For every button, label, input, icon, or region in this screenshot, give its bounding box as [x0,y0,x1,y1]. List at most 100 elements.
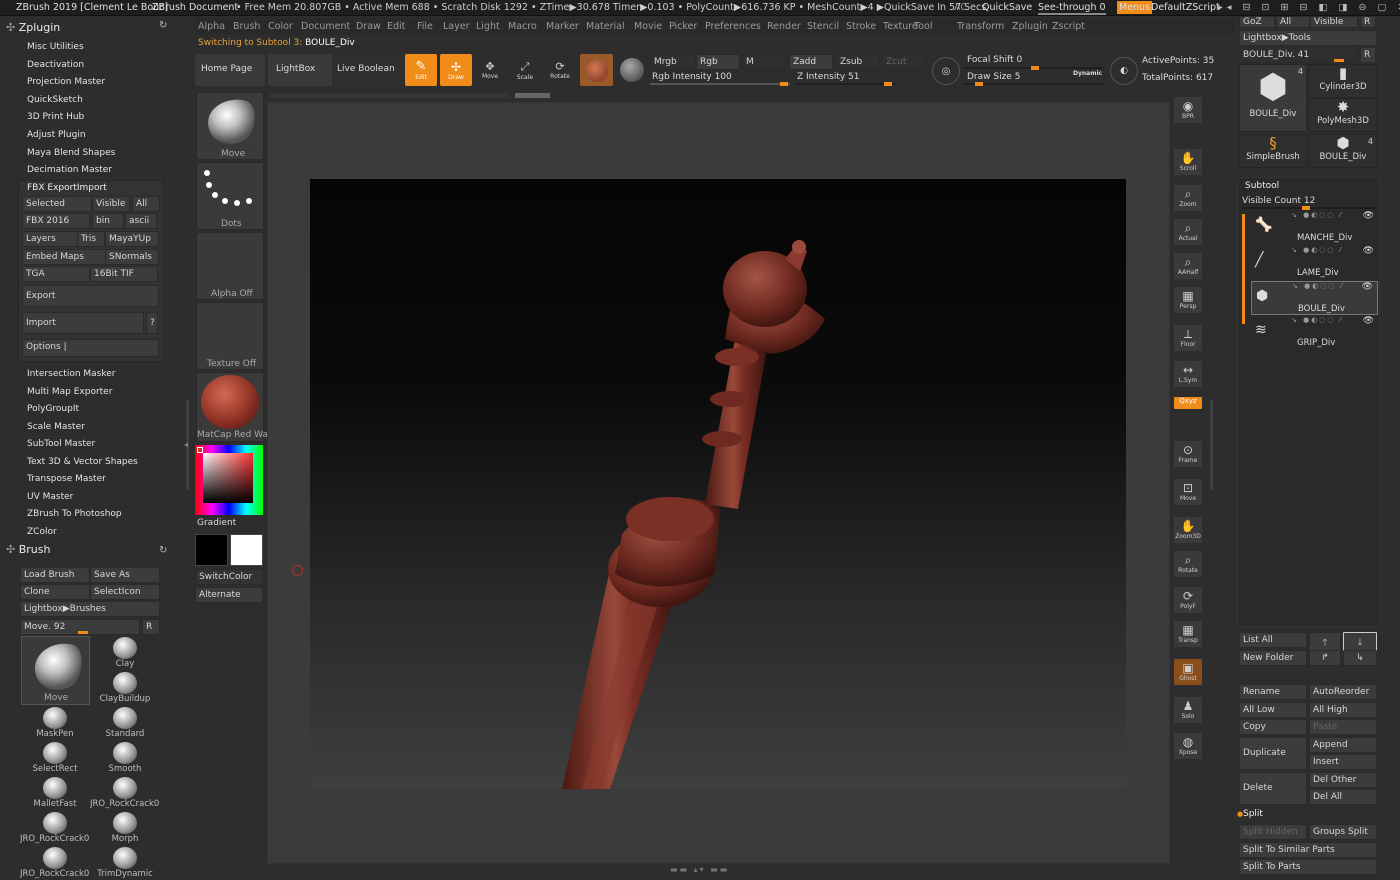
fbx-layers-button[interactable]: Layers [22,231,78,247]
rotate-mode-button[interactable]: ⟳ Rotate [545,54,575,86]
subtool-toggle-icons[interactable]: ↘ ●◐◌◌ ⁄ [1291,246,1343,254]
alternate-button[interactable]: Alternate [195,587,263,603]
eye-icon[interactable]: 👁 [1363,211,1374,221]
refresh-icon[interactable]: ↻ [159,20,167,31]
shelf-persp[interactable]: ▦ Persp [1173,286,1203,314]
zplugin-item[interactable]: SubTool Master [27,439,95,449]
subtool-toggle-icons[interactable]: ↘ ●◐◌◌ ⁄ [1291,211,1343,219]
menu-transform[interactable]: Transform [957,21,1004,32]
split-similar-button[interactable]: Split To Similar Parts [1239,842,1377,858]
zplugin-item[interactable]: Decimation Master [27,165,112,175]
menu-draw[interactable]: Draw [356,21,381,32]
split-to-parts-button[interactable]: Split To Parts [1239,859,1377,875]
lazy-mouse-icon[interactable]: ◎ [932,57,960,85]
menu-macro[interactable]: Macro [508,21,537,32]
zplugin-item[interactable]: Maya Blend Shapes [27,148,115,158]
shelf-scroll[interactable]: ✋ Scroll [1173,148,1203,176]
menu-render[interactable]: Render [767,21,801,32]
goz-r-button[interactable]: R [1360,16,1376,28]
color-square[interactable] [203,453,253,503]
z-intensity-slider[interactable]: Z Intensity 51 [795,71,895,86]
m-button[interactable]: M [742,54,786,70]
fbx-visible-button[interactable]: Visible [92,196,130,212]
fbx-tga-button[interactable]: TGA [22,266,90,282]
tray-collapse-icon[interactable]: ◂ [184,440,188,449]
zplugin-item[interactable]: Adjust Plugin [27,130,86,140]
subtool-item[interactable]: ╱ LAME_Div ↘ ●◐◌◌ ⁄ 👁 [1251,246,1378,280]
zplugin-item[interactable]: UV Master [27,492,73,502]
zplugin-item[interactable]: ZColor [27,527,57,537]
zplugin-item[interactable]: Misc Utilities [27,42,84,52]
zplugin-item[interactable]: Projection Master [27,77,105,87]
all-low-button[interactable]: All Low [1239,702,1307,718]
zcut-button[interactable]: Zcut [882,54,926,70]
switch-color-button[interactable]: SwitchColor [195,569,263,585]
brush-slider-thumb[interactable] [78,631,88,634]
brush-slot[interactable]: ClayBuildup [90,671,160,705]
rgb-button[interactable]: Rgb [696,54,740,70]
move-mode-button[interactable]: ✥ Move [475,54,505,86]
zplugin-item[interactable]: PolyGroupIt [27,404,79,414]
del-all-button[interactable]: Del All [1309,789,1377,805]
autoreorder-button[interactable]: AutoReorder [1309,684,1377,700]
fbx-version-select[interactable]: FBX 2016 [22,213,90,229]
zplugin-header[interactable]: ✣ Zplugin [6,21,60,34]
shelf-qxyz[interactable]: Qxyz [1173,396,1203,410]
select-icon-button[interactable]: SelectIcon [90,584,160,600]
subtool-item[interactable]: 🦴 MANCHE_Div ↘ ●◐◌◌ ⁄ 👁 [1251,211,1378,245]
zplugin-item[interactable]: Text 3D & Vector Shapes [27,457,138,467]
shelf-rotate[interactable]: ⌕ Rotate [1173,550,1203,578]
shelf-zoom[interactable]: ⌕ Zoom [1173,184,1203,212]
menu-stencil[interactable]: Stencil [807,21,839,32]
paste-button[interactable]: Paste [1309,719,1377,735]
focal-shift-thumb[interactable] [1031,66,1039,70]
draw-size-thumb[interactable] [975,82,983,86]
scale-mode-button[interactable]: ⤢ Scale [510,54,540,86]
fbx-all-button[interactable]: All [132,196,160,212]
menu-document[interactable]: Document [301,21,350,32]
eye-icon[interactable]: 👁 [1362,282,1373,292]
zplugin-item[interactable]: 3D Print Hub [27,112,84,122]
menu-file[interactable]: File [417,21,433,32]
fbx-ascii-button[interactable]: ascii [125,213,157,229]
menu-alpha[interactable]: Alpha [198,21,225,32]
fbx-import-help-button[interactable]: ? [146,312,158,334]
current-tool-thumb[interactable] [1334,59,1344,62]
see-through-slider[interactable]: See-through 0 [1038,2,1106,15]
new-folder-button[interactable]: New Folder [1239,650,1307,666]
draw-size-label[interactable]: Draw Size 5 [967,72,1020,82]
brush-slot[interactable]: JRO_RockCrack02 [20,811,90,845]
menu-texture[interactable]: Texture [883,21,918,32]
sculpt-canvas[interactable] [310,179,1126,789]
fbx-bin-button[interactable]: bin [92,213,124,229]
subtool-item[interactable]: ≋ GRIP_Div ↘ ●◐◌◌ ⁄ 👁 [1251,316,1378,350]
menu-zscript[interactable]: Zscript [1052,21,1085,32]
eye-icon[interactable]: 👁 [1363,246,1374,256]
menu-material[interactable]: Material [586,21,625,32]
color-picker[interactable] [195,445,263,515]
split-header[interactable]: Split [1243,809,1263,819]
zplugin-item[interactable]: ZBrush To Photoshop [27,509,122,519]
subtool-item[interactable]: ⬢ BOULE_Div ↘ ●◐◌◌ ⁄ 👁 [1251,281,1378,315]
brush-shelf-slot[interactable]: Move [196,92,264,160]
focal-shift-label[interactable]: Focal Shift 0 [967,55,1022,65]
shelf-bpr[interactable]: ◉ BPR [1173,96,1203,124]
groups-split-button[interactable]: Groups Split [1309,824,1377,840]
stroke-icon[interactable] [620,58,644,82]
folder-up-button[interactable]: ↱ [1309,650,1341,666]
fbx-options-button[interactable]: Options | [22,339,159,357]
shelf-actual[interactable]: ⌕ Actual [1173,218,1203,246]
tool-thumbnail[interactable]: ▮ Cylinder3D [1309,64,1377,98]
tool-r-button[interactable]: R [1360,47,1376,63]
menu-movie[interactable]: Movie [634,21,662,32]
bottom-tray-handle[interactable]: ▬▬ ▴▾ ▬▬ [670,865,729,874]
stroke-shelf-slot[interactable]: Dots [196,162,264,230]
tool-thumbnail[interactable]: ⬢ BOULE_Div 4 [1309,134,1377,168]
material-shelf-slot[interactable]: MatCap Red Wax [196,372,273,442]
mrgb-button[interactable]: Mrgb [650,54,696,70]
eye-icon[interactable]: 👁 [1363,316,1374,326]
draw-mode-button[interactable]: ✢ Draw [440,54,472,86]
split-hidden-button[interactable]: Split Hidden [1239,824,1307,840]
del-other-button[interactable]: Del Other [1309,772,1377,788]
visible-count-slider[interactable]: Visible Count 12 [1242,196,1315,206]
